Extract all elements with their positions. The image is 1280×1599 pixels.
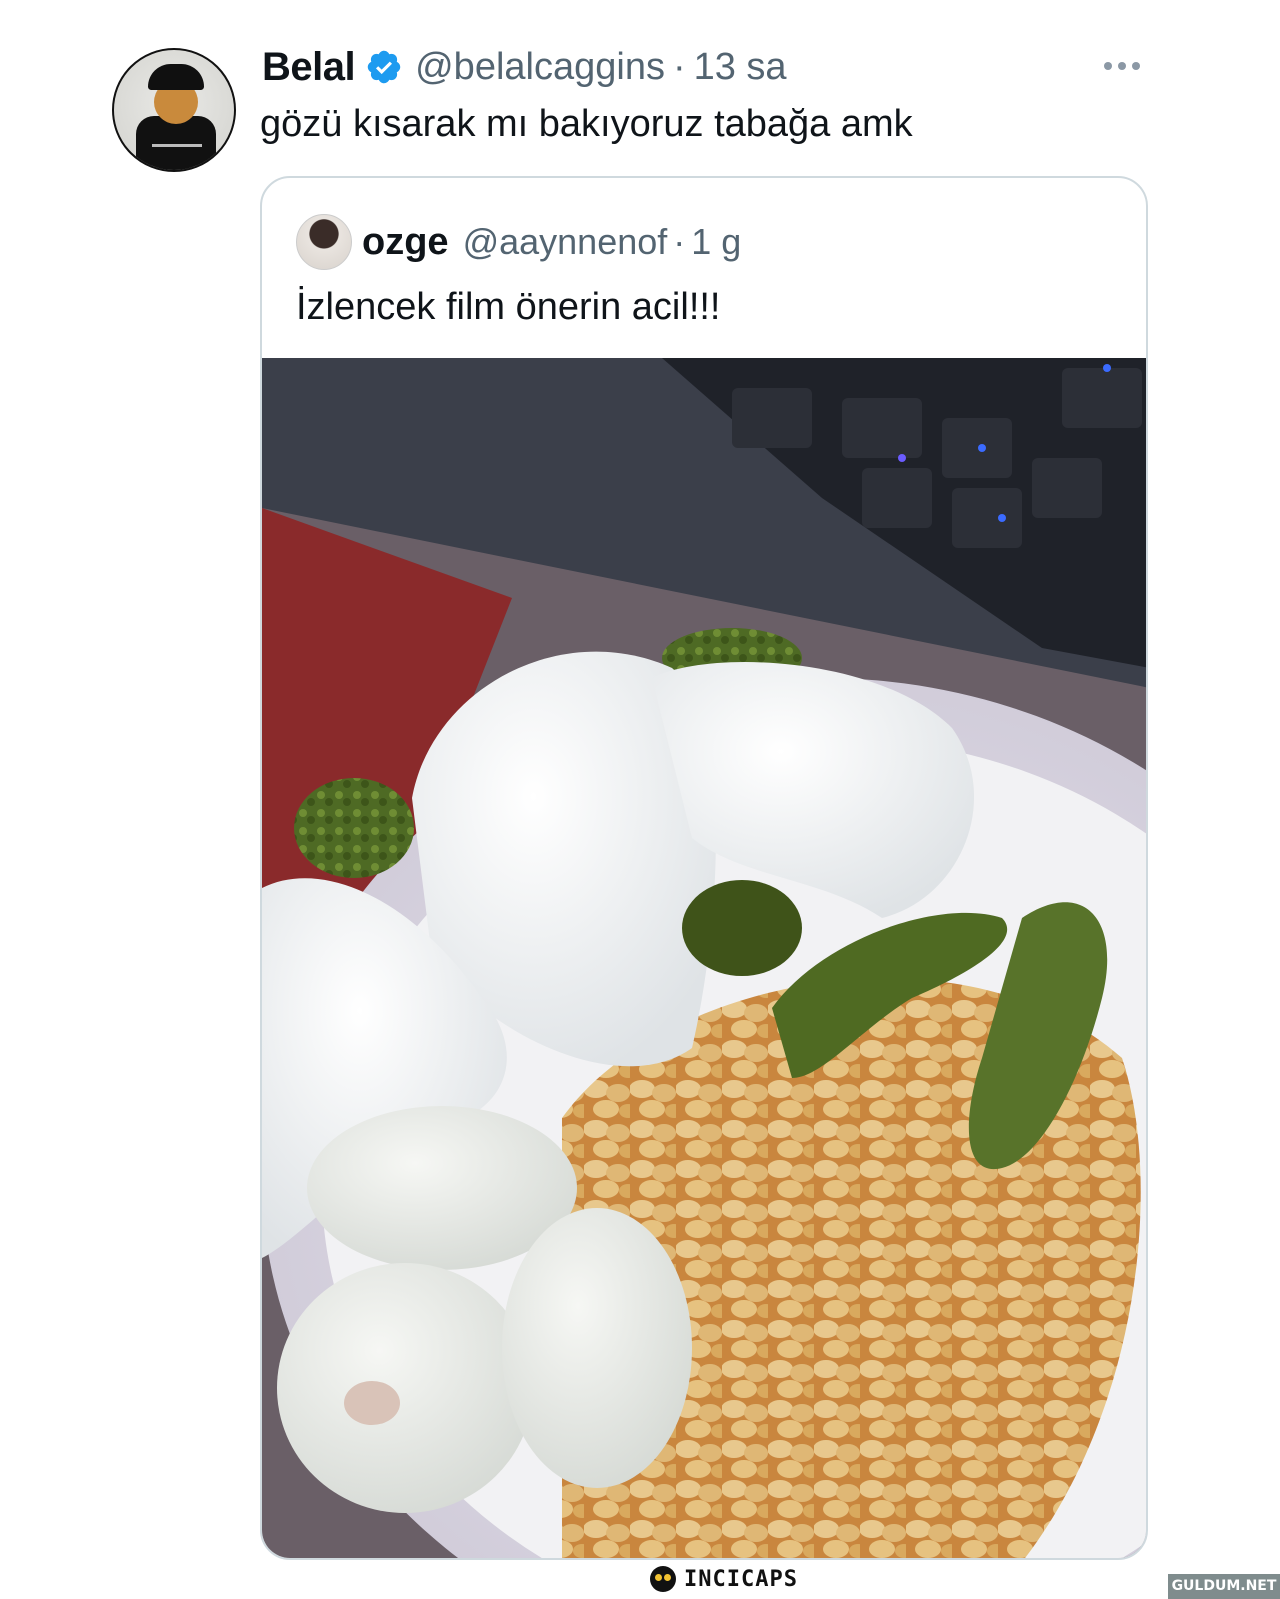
food-photo (262, 358, 1146, 1558)
quoted-tweet[interactable]: ozge @aaynnenof · 1 g İzlencek film öner… (260, 176, 1148, 1560)
tweet-card[interactable]: Belal @belalcaggins · 13 sa gözü kısarak… (0, 0, 1280, 1599)
tweet-time[interactable]: 13 sa (694, 46, 787, 89)
more-dot (1104, 62, 1112, 70)
author-avatar[interactable] (112, 48, 236, 172)
quoted-author-handle[interactable]: @aaynnenof (463, 221, 668, 263)
tweet-header: Belal @belalcaggins · 13 sa (262, 44, 787, 90)
owl-logo-icon (650, 1566, 676, 1592)
watermark-brand: INCICAPS (684, 1566, 798, 1592)
quoted-tweet-header: ozge @aaynnenof · 1 g (362, 216, 741, 268)
more-options-icon[interactable] (1104, 56, 1144, 76)
avatar-shirt-print (152, 144, 202, 147)
quoted-tweet-text: İzlencek film önerin acil!!! (296, 286, 721, 328)
quoted-tweet-photo[interactable] (262, 358, 1146, 1558)
header-separator: · (672, 45, 686, 88)
incicaps-watermark: INCICAPS (650, 1564, 798, 1594)
guldum-watermark: GULDUM.NET (1168, 1574, 1280, 1599)
verified-badge-icon (367, 50, 401, 84)
quoted-author-name[interactable]: ozge (362, 221, 449, 264)
more-dot (1118, 62, 1126, 70)
avatar-cap (148, 64, 204, 90)
more-dot (1132, 62, 1140, 70)
author-handle[interactable]: @belalcaggins (415, 46, 665, 89)
quoted-author-avatar[interactable] (296, 214, 352, 270)
quoted-tweet-time[interactable]: 1 g (691, 221, 741, 263)
quoted-header-separator: · (673, 221, 686, 262)
tweet-text: gözü kısarak mı bakıyoruz tabağa amk (260, 103, 913, 145)
author-name[interactable]: Belal (262, 45, 356, 90)
